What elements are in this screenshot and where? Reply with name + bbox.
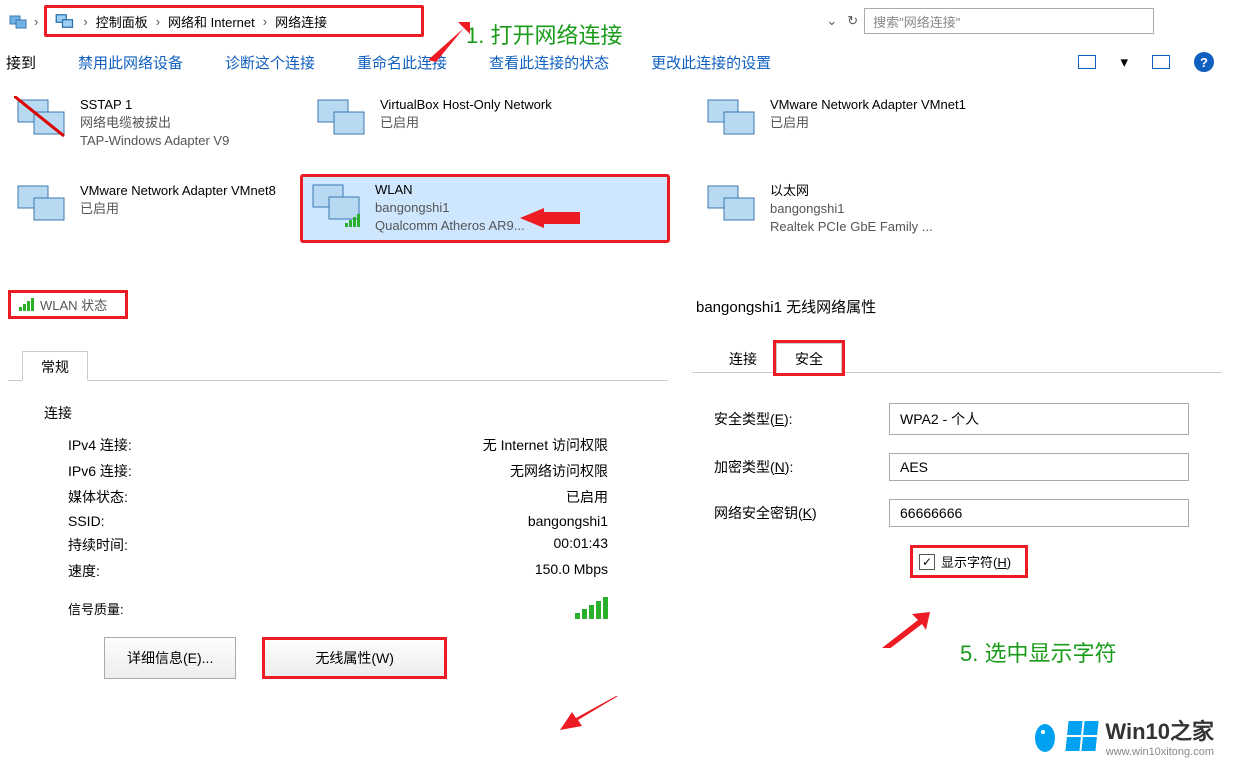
toolbar-rename[interactable]: 重命名此连接 xyxy=(357,52,447,73)
toolbar: 接到 禁用此网络设备 诊断这个连接 重命名此连接 查看此连接的状态 更改此连接的… xyxy=(0,42,1234,82)
view-layout-icon[interactable] xyxy=(1078,55,1096,69)
connection-status: 已启用 xyxy=(380,114,552,132)
breadcrumb-item[interactable]: 网络连接 xyxy=(275,12,327,31)
toolbar-item[interactable]: 接到 xyxy=(6,52,36,73)
connection-name: VMware Network Adapter VMnet8 xyxy=(80,182,276,200)
breadcrumb[interactable]: › 控制面板 › 网络和 Internet › 网络连接 xyxy=(44,5,424,37)
checkbox-label: 显示字符(H) xyxy=(941,552,1011,571)
tab-security[interactable]: 安全 xyxy=(776,343,842,373)
search-input[interactable]: 搜索"网络连接" xyxy=(864,8,1154,34)
watermark-logo: Win10之家 www.win10xitong.com xyxy=(1033,714,1214,758)
logo-text: Win10之家 xyxy=(1105,714,1214,746)
connection-device: Qualcomm Atheros AR9... xyxy=(375,217,525,235)
connections-grid: SSTAP 1 网络电缆被拔出 TAP-Windows Adapter V9 V… xyxy=(0,82,1234,282)
logo-url: www.win10xitong.com xyxy=(1105,746,1214,758)
chevron-right-icon: › xyxy=(156,14,160,29)
network-adapter-icon xyxy=(14,182,70,232)
connection-device: TAP-Windows Adapter V9 xyxy=(80,132,229,150)
connection-name: VMware Network Adapter VMnet1 xyxy=(770,96,966,114)
search-placeholder: 搜索"网络连接" xyxy=(873,12,960,31)
refresh-icon[interactable]: ↻ xyxy=(847,13,858,29)
show-characters-checkbox[interactable]: ✓ 显示字符(H) xyxy=(910,545,1028,578)
connection-name: VirtualBox Host-Only Network xyxy=(380,96,552,114)
label-ipv4: IPv4 连接: xyxy=(68,435,132,455)
label-ipv6: IPv6 连接: xyxy=(68,461,132,481)
dialog-title-text: WLAN 状态 xyxy=(40,295,107,314)
connection-status: bangongshi1 xyxy=(375,199,525,217)
network-key-input[interactable]: 66666666 xyxy=(889,499,1189,527)
network-adapter-icon xyxy=(704,96,760,146)
value-ipv4: 无 Internet 访问权限 xyxy=(483,435,608,455)
wlan-status-dialog: WLAN 状态 常规 连接 IPv4 连接: 无 Internet 访问权限 IP… xyxy=(8,290,668,689)
network-adapter-icon xyxy=(704,182,760,232)
value-speed: 150.0 Mbps xyxy=(535,561,608,581)
label-media: 媒体状态: xyxy=(68,487,128,507)
cartoon-icon xyxy=(1033,716,1059,756)
wireless-properties-button[interactable]: 无线属性(W) xyxy=(262,637,447,679)
value-ssid: bangongshi1 xyxy=(528,513,608,529)
properties-tabs: 连接 安全 xyxy=(692,343,1222,373)
connection-status: 已启用 xyxy=(80,200,276,218)
location-icon xyxy=(8,13,28,29)
small-net-icon xyxy=(55,13,75,29)
breadcrumb-item[interactable]: 网络和 Internet xyxy=(168,12,255,31)
help-icon[interactable]: ? xyxy=(1194,52,1214,72)
chevron-right-icon: › xyxy=(263,14,267,29)
network-adapter-icon xyxy=(309,181,365,231)
toolbar-view-status[interactable]: 查看此连接的状态 xyxy=(489,52,609,73)
signal-icon xyxy=(19,298,34,311)
connection-item[interactable]: VMware Network Adapter VMnet1 已启用 xyxy=(700,92,1080,150)
label-network-key: 网络安全密钥(K) xyxy=(714,503,889,523)
tab-general[interactable]: 常规 xyxy=(22,351,88,381)
connection-status: 网络电缆被拔出 xyxy=(80,114,229,132)
label-security-type: 安全类型(E): xyxy=(714,409,889,429)
arrow-icon xyxy=(882,612,932,648)
tab-connection[interactable]: 连接 xyxy=(710,343,776,372)
checkbox-icon: ✓ xyxy=(919,554,935,570)
value-media: 已启用 xyxy=(566,487,608,507)
label-signal: 信号质量: xyxy=(68,599,124,618)
dialog-title: bangongshi1 无线网络属性 xyxy=(692,290,1222,323)
wireless-properties-dialog: bangongshi1 无线网络属性 连接 安全 安全类型(E): WPA2 -… xyxy=(692,290,1222,588)
chevron-right-icon: › xyxy=(34,14,38,29)
connection-item-wlan[interactable]: WLAN bangongshi1 Qualcomm Atheros AR9... xyxy=(300,174,670,243)
label-speed: 速度: xyxy=(68,561,100,581)
chevron-right-icon: › xyxy=(83,14,87,29)
address-bar: › › 控制面板 › 网络和 Internet › 网络连接 ⌄ ↻ 搜索"网络… xyxy=(0,0,1234,42)
toolbar-change-settings[interactable]: 更改此连接的设置 xyxy=(651,52,771,73)
connection-name: WLAN xyxy=(375,181,525,199)
toolbar-diagnose[interactable]: 诊断这个连接 xyxy=(225,52,315,73)
connection-status: 已启用 xyxy=(770,114,966,132)
chevron-down-icon[interactable]: ⌄ xyxy=(826,13,837,29)
value-ipv6: 无网络访问权限 xyxy=(510,461,608,481)
connection-status: bangongshi1 xyxy=(770,200,933,218)
label-encryption-type: 加密类型(N): xyxy=(714,457,889,477)
label-ssid: SSID: xyxy=(68,513,105,529)
connection-device: Realtek PCIe GbE Family ... xyxy=(770,218,933,236)
view-details-icon[interactable] xyxy=(1152,55,1170,69)
value-duration: 00:01:43 xyxy=(554,535,609,555)
status-tabs: 常规 xyxy=(8,351,668,381)
connection-name: 以太网 xyxy=(770,182,933,200)
signal-icon xyxy=(575,597,608,619)
security-type-dropdown[interactable]: WPA2 - 个人 xyxy=(889,403,1189,435)
label-duration: 持续时间: xyxy=(68,535,128,555)
windows-icon xyxy=(1066,721,1099,751)
connection-item[interactable]: 以太网 bangongshi1 Realtek PCIe GbE Family … xyxy=(700,178,1080,241)
chevron-down-icon[interactable]: ▾ xyxy=(1120,53,1128,71)
toolbar-disable-device[interactable]: 禁用此网络设备 xyxy=(78,52,183,73)
breadcrumb-item[interactable]: 控制面板 xyxy=(96,12,148,31)
connection-name: SSTAP 1 xyxy=(80,96,229,114)
network-adapter-icon xyxy=(314,96,370,146)
details-button[interactable]: 详细信息(E)... xyxy=(104,637,236,679)
dialog-title: WLAN 状态 xyxy=(8,290,128,319)
network-adapter-icon xyxy=(14,96,70,146)
arrow-icon xyxy=(558,696,618,732)
connection-item[interactable]: VirtualBox Host-Only Network 已启用 xyxy=(310,92,690,150)
annotation-5: 5. 选中显示字符 xyxy=(960,636,1116,668)
section-heading: 连接 xyxy=(44,403,632,423)
encryption-type-dropdown[interactable]: AES xyxy=(889,453,1189,481)
